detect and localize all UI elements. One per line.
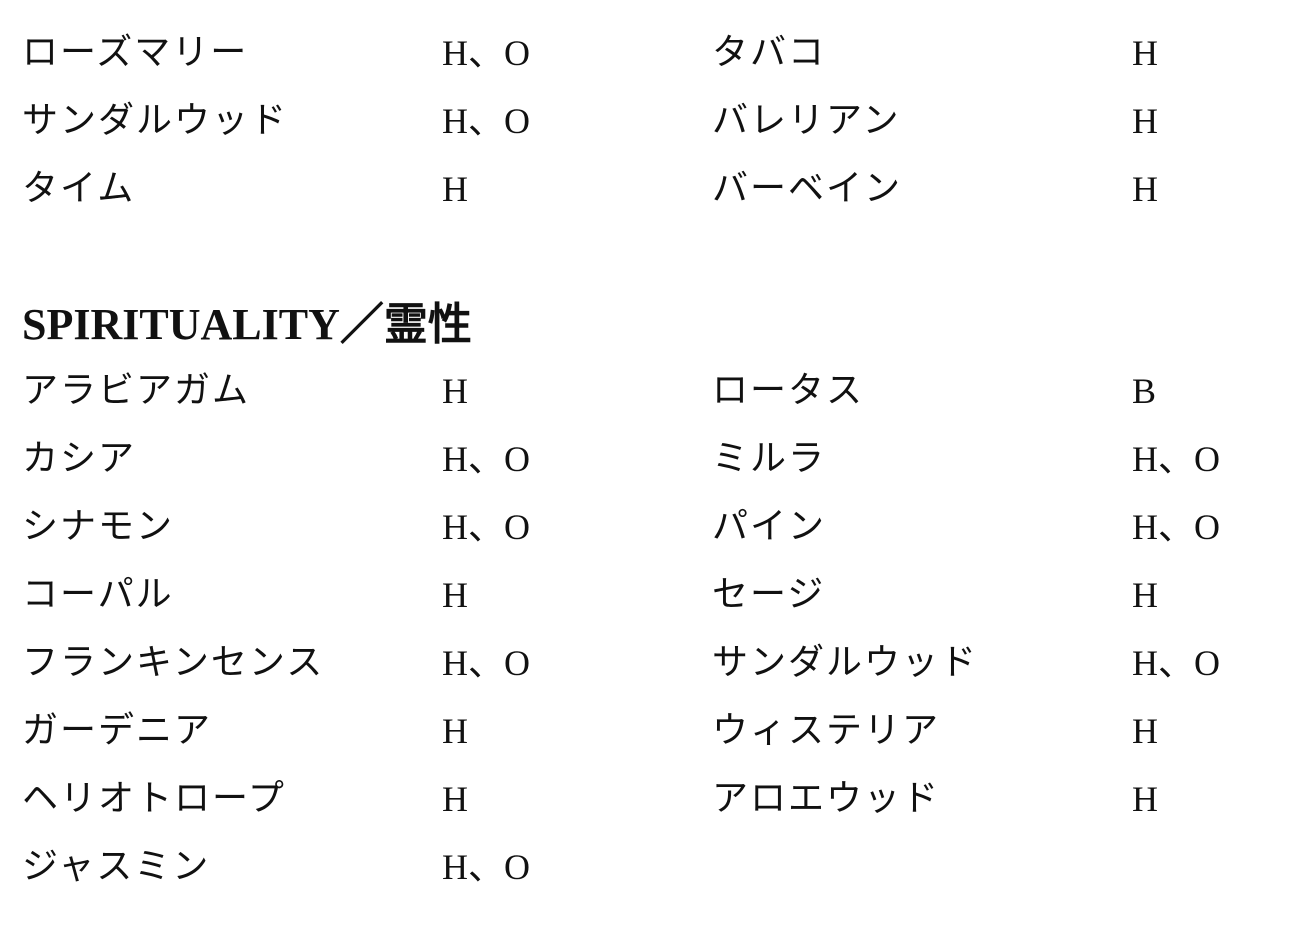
ingredient-code: H、O (1132, 507, 1220, 547)
table-row: サンダルウッド H、O バレリアン H (22, 95, 1282, 163)
ingredient-code: H (1132, 575, 1158, 615)
table-row: カシア H、O ミルラ H、O (22, 433, 1282, 501)
spirituality-ingredient-table: アラビアガム H ロータス B カシア H、O ミルラ H、O シナモン H、O… (22, 365, 1282, 909)
table-row: シナモン H、O パイン H、O (22, 501, 1282, 569)
ingredient-code: H、O (442, 439, 530, 479)
ingredient-name: ガーデニア (22, 710, 213, 751)
ingredient-code: H、O (442, 33, 530, 73)
ingredient-name: パイン (712, 506, 827, 547)
ingredient-code: H、O (442, 101, 530, 141)
ingredient-code: H (1132, 101, 1158, 141)
ingredient-code: H (442, 779, 468, 819)
ingredient-code: H、O (442, 507, 530, 547)
ingredient-code: B (1132, 371, 1157, 411)
table-row: アラビアガム H ロータス B (22, 365, 1282, 433)
ingredient-name: ジャスミン (22, 846, 211, 887)
top-ingredient-table: ローズマリー H、O タバコ H サンダルウッド H、O バレリアン H タイム… (22, 27, 1282, 231)
ingredient-name: アロエウッド (712, 778, 941, 819)
ingredient-code: H (1132, 33, 1158, 73)
table-row: ジャスミン H、O (22, 841, 1282, 909)
ingredient-code: H、O (442, 643, 530, 683)
ingredient-code: H、O (442, 847, 530, 887)
ingredient-code: H (442, 575, 468, 615)
ingredient-name: コーパル (22, 574, 174, 615)
ingredient-name: バーベイン (712, 168, 903, 209)
ingredient-name: セージ (712, 574, 826, 615)
ingredient-name: アラビアガム (22, 370, 251, 411)
table-row: フランキンセンス H、O サンダルウッド H、O (22, 637, 1282, 705)
ingredient-code: H (1132, 779, 1158, 819)
ingredient-name: タイム (22, 168, 136, 209)
ingredient-code: H (442, 371, 468, 411)
ingredient-code: H、O (1132, 643, 1220, 683)
ingredient-name: シナモン (22, 506, 175, 547)
table-row: ローズマリー H、O タバコ H (22, 27, 1282, 95)
ingredient-code: H (1132, 169, 1158, 209)
ingredient-name: フランキンセンス (22, 642, 325, 683)
table-row: タイム H バーベイン H (22, 163, 1282, 231)
ingredient-name: ミルラ (712, 438, 827, 479)
ingredient-name: サンダルウッド (22, 100, 289, 141)
table-row: ガーデニア H ウィステリア H (22, 705, 1282, 773)
ingredient-name: バレリアン (712, 100, 901, 141)
ingredient-name: タバコ (712, 32, 827, 73)
ingredient-name: ヘリオトロープ (22, 778, 286, 819)
table-row: ヘリオトロープ H アロエウッド H (22, 773, 1282, 841)
ingredient-name: カシア (22, 438, 137, 479)
ingredient-code: H、O (1132, 439, 1220, 479)
ingredient-name: サンダルウッド (712, 642, 979, 683)
table-row: コーパル H セージ H (22, 569, 1282, 637)
ingredient-code: H (442, 711, 468, 751)
ingredient-name: ウィステリア (712, 710, 941, 751)
ingredient-name: ローズマリー (22, 32, 249, 73)
ingredient-code: H (1132, 711, 1158, 751)
ingredient-name: ロータス (712, 370, 865, 411)
ingredient-code: H (442, 169, 468, 209)
section-heading: SPIRITUALITY／霊性 (22, 300, 472, 349)
